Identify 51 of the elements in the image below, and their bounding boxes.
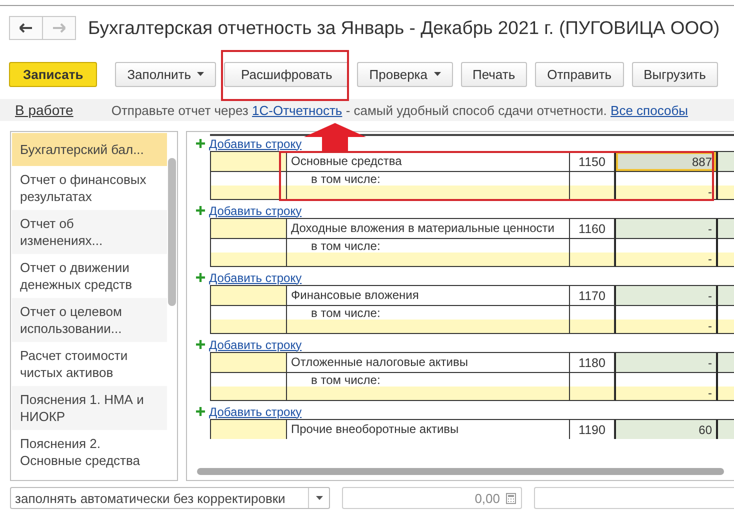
window-title: Бухгалтерская отчетность за Январь - Декабрь 2021 г. (ПУГОВИЦА ООО): [88, 17, 720, 39]
service-link[interactable]: 1С-Отчетность: [252, 102, 342, 118]
plus-icon: [196, 273, 205, 282]
value-field[interactable]: 887: [615, 152, 718, 172]
table-cell-text: в том числе:: [311, 373, 382, 388]
add-row-link[interactable]: Добавить строку: [209, 270, 302, 284]
add-row-link[interactable]: Добавить строку: [209, 404, 302, 418]
caret-icon: [197, 72, 204, 76]
value-field[interactable]: -: [708, 386, 712, 400]
toolbar-button[interactable]: Выгрузить: [632, 62, 718, 86]
toolbar-button[interactable]: Печать: [460, 62, 528, 86]
table-cell: Прочие внеоборотные активы: [287, 420, 570, 439]
amount-field[interactable]: 0,00: [342, 487, 522, 509]
all-methods-link[interactable]: Все способы: [610, 102, 688, 118]
plus-icon: [196, 139, 205, 148]
table-cell-text: в том числе:: [311, 239, 382, 254]
info-message: Отправьте отчет через 1С-Отчетность - самый удобный способ сдачи отчетности. Все способы: [111, 102, 688, 118]
toolbar-button[interactable]: Заполнить: [115, 62, 216, 86]
caret-icon: [316, 496, 322, 500]
back-button[interactable]: [9, 16, 43, 40]
value-field[interactable]: -: [708, 319, 712, 333]
calculator-icon: [506, 492, 516, 504]
plus-icon: [196, 206, 205, 215]
sidebar-item[interactable]: Бухгалтерский бал...: [12, 133, 167, 166]
value-field[interactable]: -: [615, 286, 718, 306]
value-field[interactable]: -: [708, 185, 712, 199]
sidebar-item[interactable]: Пояснения 1. НМА и НИОКР: [12, 386, 167, 430]
table-cell-text: в том числе:: [311, 172, 382, 187]
value-field[interactable]: -: [615, 353, 718, 373]
status-link[interactable]: В работе: [15, 102, 74, 118]
sidebar-item[interactable]: Отчет об изменениях...: [12, 210, 167, 254]
toolbar-button[interactable]: Записать: [9, 62, 98, 86]
fill-mode-dropdown[interactable]: заполнять автоматически без корректировки: [10, 487, 330, 509]
forward-arrow-icon: [52, 23, 66, 33]
add-row-link[interactable]: Добавить строку: [209, 136, 302, 150]
sidebar-item[interactable]: Отчет о целевом использовании...: [12, 298, 167, 342]
toolbar-button[interactable]: Проверка: [357, 62, 453, 86]
plus-icon: [196, 407, 205, 416]
caret-icon: [434, 72, 441, 76]
toolbar-button[interactable]: Отправить: [535, 62, 624, 86]
table-cell-text: в том числе:: [311, 306, 382, 321]
value-field[interactable]: 60: [615, 420, 718, 439]
plus-icon: [196, 340, 205, 349]
input-field[interactable]: [534, 487, 734, 509]
value-field[interactable]: -: [615, 219, 718, 239]
add-row-link[interactable]: Добавить строку: [209, 338, 302, 352]
add-row-link[interactable]: Добавить строку: [209, 204, 302, 218]
toolbar-button[interactable]: Расшифровать: [224, 62, 350, 86]
value-field[interactable]: -: [708, 252, 712, 266]
back-arrow-icon: [19, 23, 33, 33]
arrow-icon: [304, 123, 366, 151]
